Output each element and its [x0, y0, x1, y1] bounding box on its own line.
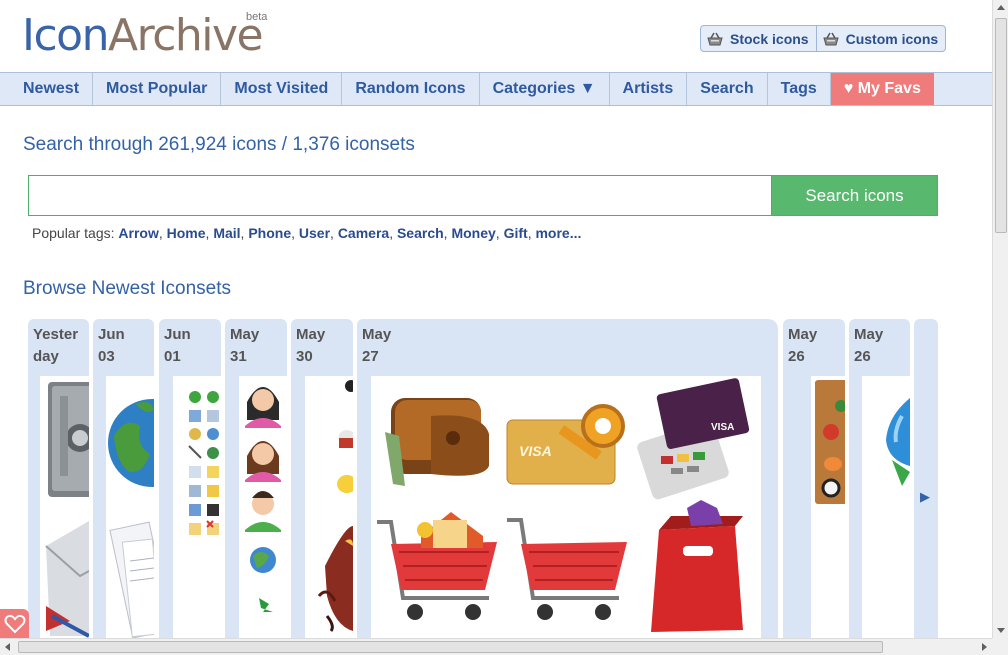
iconset-column[interactable]: May 30: [291, 319, 353, 640]
cartoon-characters-icons: [317, 380, 353, 632]
sushi-board-icon: [815, 380, 845, 504]
iconsets-next-arrow[interactable]: ▶: [914, 319, 938, 640]
iconset-preview[interactable]: [40, 376, 89, 640]
user-male-icon: [245, 491, 281, 532]
scroll-down-arrow-icon[interactable]: [997, 628, 1005, 633]
iconset-preview[interactable]: VISA VISA: [371, 376, 761, 640]
nav-artists[interactable]: Artists: [610, 73, 688, 105]
stock-icons-label: Stock icons: [730, 30, 809, 47]
logo-icon-text: Icon: [22, 10, 109, 61]
document-icon: [109, 521, 154, 639]
user-female-icon: [245, 441, 281, 482]
shopping-icons: VISA VISA: [377, 378, 750, 632]
tag-link-user[interactable]: User: [299, 225, 330, 241]
iconset-column[interactable]: May 26: [849, 319, 910, 640]
iconset-column[interactable]: May 26: [783, 319, 845, 640]
iconset-date: Yester day: [33, 326, 79, 365]
globe-icon: [108, 399, 154, 639]
next-arrow-icon: ▶: [920, 489, 930, 504]
globe-icon: [250, 547, 276, 573]
iconset-date: Jun 01: [164, 326, 191, 365]
nav-random-icons[interactable]: Random Icons: [342, 73, 480, 105]
user-female-icon: [245, 387, 281, 428]
tag-link-camera[interactable]: Camera: [338, 225, 389, 241]
site-logo[interactable]: IconArchive beta: [22, 10, 267, 61]
iconset-preview[interactable]: [862, 376, 910, 640]
nav-most-popular[interactable]: Most Popular: [93, 73, 222, 105]
custom-icons-label: Custom icons: [845, 30, 939, 47]
scrollbar-corner: [992, 638, 1008, 655]
iconset-column[interactable]: Yester day: [28, 319, 89, 640]
top-buttons: Stock icons Custom icons: [700, 25, 947, 52]
tag-link-more[interactable]: more...: [535, 225, 581, 241]
favorites-heart-button[interactable]: [0, 609, 29, 638]
iconset-preview[interactable]: [173, 376, 221, 640]
iconset-date: May 27: [362, 326, 392, 365]
stock-icons-button[interactable]: Stock icons: [701, 26, 816, 51]
iconset-date: May 26: [788, 326, 818, 365]
nav-tags[interactable]: Tags: [768, 73, 831, 105]
shopping-bag-icon: [651, 500, 743, 632]
page: IconArchive beta Stock icons Custom icon…: [0, 0, 1008, 655]
scroll-left-arrow-icon[interactable]: [5, 643, 10, 651]
shopping-cart-icon: [507, 518, 627, 620]
iconset-preview[interactable]: [811, 376, 845, 640]
user-avatars-icons: [245, 387, 281, 612]
iconset-column[interactable]: May 27 VISA VISA: [357, 319, 778, 640]
iconsets-strip: Yester day Jun 03 Jun 01 May 31 May 30 M…: [28, 319, 938, 640]
basket-icon: [707, 32, 723, 45]
scroll-right-arrow-icon[interactable]: [982, 643, 987, 651]
cart-house-icon: [377, 512, 497, 620]
main-nav: Newest Most Popular Most Visited Random …: [0, 72, 992, 106]
heart-icon: [4, 614, 25, 633]
iconset-preview[interactable]: [305, 376, 353, 640]
basket-icon: [822, 32, 839, 45]
search-heading: Search through 261,924 icons / 1,376 ico…: [23, 134, 415, 155]
iconset-date: May 31: [230, 326, 260, 365]
scroll-up-arrow-icon[interactable]: [997, 5, 1005, 10]
vertical-scroll-thumb[interactable]: [995, 18, 1007, 233]
wallet-icon: [385, 398, 489, 486]
svg-text:VISA: VISA: [519, 443, 552, 459]
tag-link-home[interactable]: Home: [167, 225, 206, 241]
tag-link-search[interactable]: Search: [397, 225, 444, 241]
search-form: Search icons: [28, 175, 938, 216]
card-terminal-icon: VISA: [637, 378, 750, 500]
browse-heading: Browse Newest Iconsets: [23, 278, 232, 299]
tag-link-mail[interactable]: Mail: [213, 225, 240, 241]
iconset-column[interactable]: Jun 03: [93, 319, 154, 640]
horizontal-scrollbar[interactable]: [0, 638, 992, 655]
iconset-column[interactable]: May 31: [225, 319, 287, 640]
small-icons-grid: [188, 391, 219, 535]
safe-icon: [45, 382, 89, 638]
logo-beta-label: beta: [246, 11, 268, 23]
svg-text:VISA: VISA: [711, 422, 734, 433]
tag-link-money[interactable]: Money: [451, 225, 495, 241]
nav-categories[interactable]: Categories ▼: [480, 73, 610, 105]
blue-drop-icon: [886, 398, 910, 486]
search-input[interactable]: [28, 175, 771, 216]
custom-icons-button[interactable]: Custom icons: [815, 26, 946, 51]
iconset-date: Jun 03: [98, 326, 125, 365]
nav-search[interactable]: Search: [687, 73, 768, 105]
iconset-preview[interactable]: [106, 376, 154, 640]
nav-most-visited[interactable]: Most Visited: [221, 73, 343, 105]
logo-archive-text: Archive: [107, 10, 264, 61]
nav-my-favs[interactable]: ♥ My Favs: [830, 73, 934, 105]
iconset-preview[interactable]: [239, 376, 287, 640]
credit-card-key-icon: VISA: [506, 404, 625, 485]
tag-link-phone[interactable]: Phone: [248, 225, 291, 241]
arrow-icon: [259, 598, 273, 612]
search-icons-button[interactable]: Search icons: [771, 175, 938, 216]
tag-link-gift[interactable]: Gift: [504, 225, 528, 241]
iconset-date: May 30: [296, 326, 326, 365]
iconset-column[interactable]: Jun 01: [159, 319, 221, 640]
iconset-date: May 26: [854, 326, 884, 365]
horizontal-scroll-thumb[interactable]: [18, 641, 883, 653]
tag-link-arrow[interactable]: Arrow: [118, 225, 158, 241]
vertical-scrollbar[interactable]: [992, 0, 1008, 638]
popular-tags: Popular tags: Arrow, Home, Mail, Phone, …: [32, 225, 582, 241]
nav-newest[interactable]: Newest: [0, 73, 94, 105]
popular-tags-label: Popular tags:: [32, 225, 115, 241]
